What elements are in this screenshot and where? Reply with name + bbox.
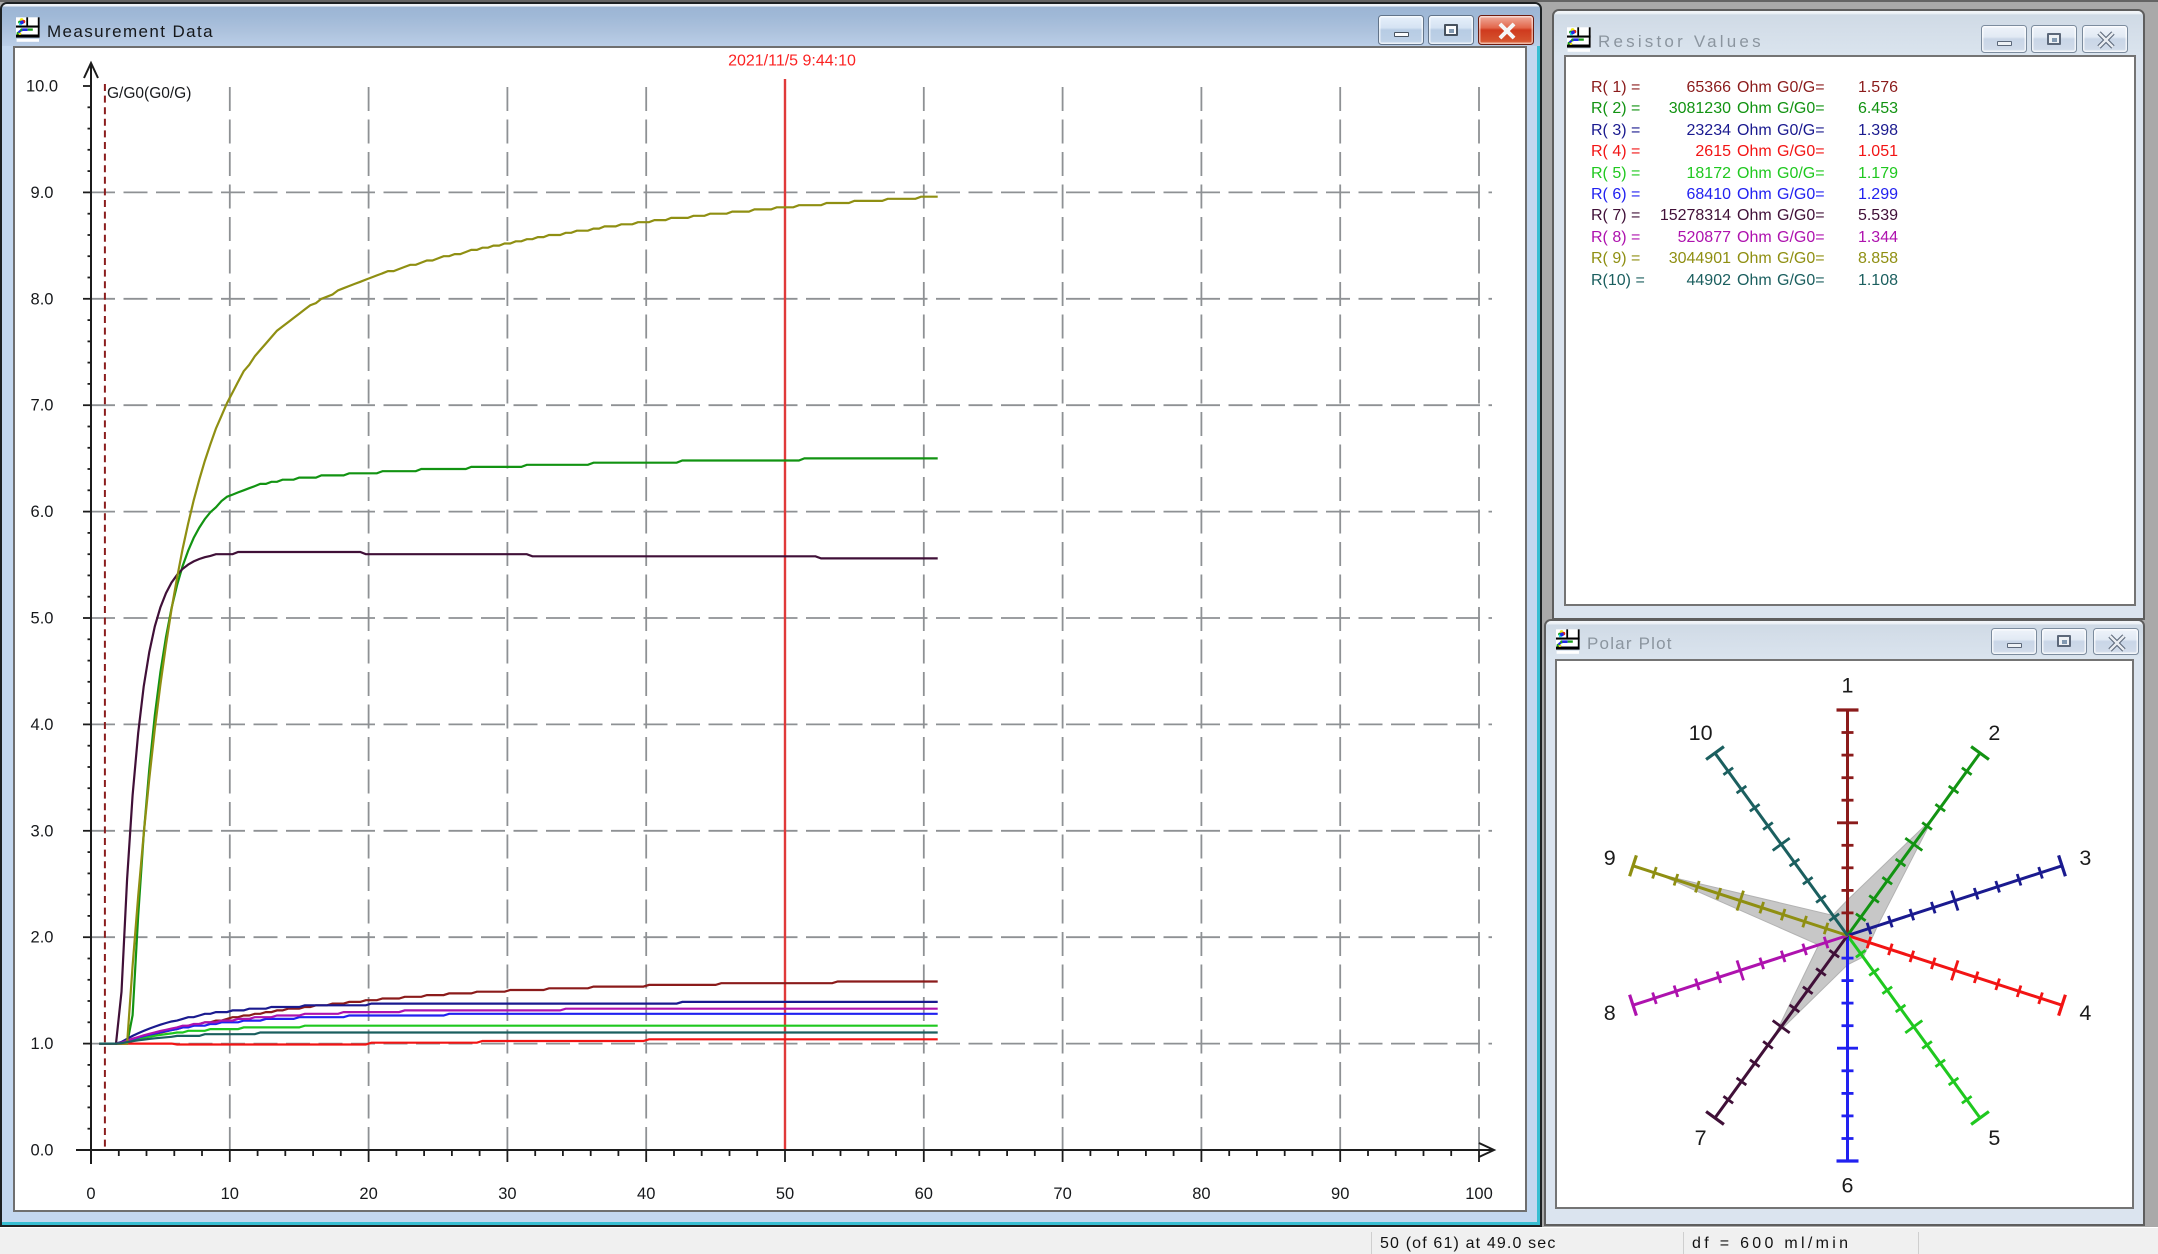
svg-text:5: 5	[1988, 1126, 2000, 1150]
svg-text:90: 90	[1331, 1185, 1349, 1203]
svg-text:80: 80	[1192, 1185, 1210, 1203]
svg-text:10.0: 10.0	[26, 78, 58, 96]
svg-text:30: 30	[498, 1185, 516, 1203]
svg-text:6: 6	[1842, 1174, 1854, 1198]
svg-text:4.0: 4.0	[31, 716, 54, 734]
svg-text:8.0: 8.0	[31, 290, 54, 308]
svg-text:7.0: 7.0	[31, 397, 54, 415]
svg-text:9.0: 9.0	[31, 184, 54, 202]
svg-text:1.0: 1.0	[31, 1035, 54, 1053]
svg-text:10: 10	[221, 1185, 239, 1203]
svg-text:50: 50	[776, 1185, 794, 1203]
svg-text:1: 1	[1842, 674, 1854, 698]
svg-text:8: 8	[1604, 1001, 1616, 1025]
svg-text:G/G0(G0/G): G/G0(G0/G)	[107, 85, 191, 102]
svg-text:9: 9	[1604, 846, 1616, 870]
svg-text:6.0: 6.0	[31, 503, 54, 521]
svg-text:0: 0	[86, 1185, 95, 1203]
svg-text:2021/11/5 9:44:10: 2021/11/5 9:44:10	[728, 53, 856, 70]
svg-text:100: 100	[1465, 1185, 1493, 1203]
svg-text:60: 60	[915, 1185, 933, 1203]
svg-text:20: 20	[359, 1185, 377, 1203]
svg-text:2: 2	[1988, 721, 2000, 745]
svg-text:40: 40	[637, 1185, 655, 1203]
svg-text:3.0: 3.0	[31, 822, 54, 840]
svg-text:3: 3	[2079, 846, 2091, 870]
svg-text:2.0: 2.0	[31, 929, 54, 947]
svg-text:10: 10	[1689, 721, 1713, 745]
svg-text:0.0: 0.0	[31, 1142, 54, 1160]
svg-text:5.0: 5.0	[31, 610, 54, 628]
svg-text:70: 70	[1053, 1185, 1071, 1203]
svg-text:7: 7	[1695, 1126, 1707, 1150]
svg-text:4: 4	[2079, 1001, 2091, 1025]
